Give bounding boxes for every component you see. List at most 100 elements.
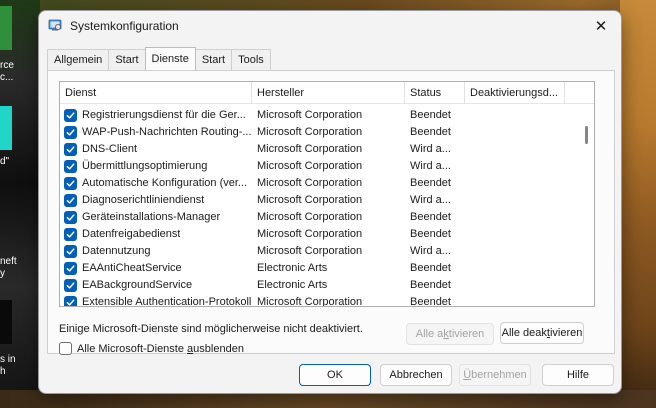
- button-label-accel: Ü: [463, 369, 472, 381]
- desktop-text: neft: [0, 256, 17, 267]
- service-vendor: Microsoft Corporation: [257, 177, 363, 189]
- service-status: Beendet: [410, 262, 451, 274]
- checkmark-icon: [66, 265, 75, 272]
- service-name-cell: Diagnoserichtliniendienst: [60, 192, 252, 209]
- button-label: ivieren: [549, 327, 583, 339]
- service-vendor: Microsoft Corporation: [257, 160, 363, 172]
- service-name-cell: EAAntiCheatService: [60, 260, 252, 277]
- service-status: Beendet: [410, 211, 451, 223]
- service-status: Beendet: [410, 296, 451, 307]
- checkmark-icon: [66, 197, 75, 204]
- service-name-cell: Datenfreigabedienst: [60, 226, 252, 243]
- desktop-icon-green[interactable]: [0, 6, 12, 50]
- service-name: Registrierungsdienst für die Ger...: [82, 109, 246, 121]
- checkmark-icon: [66, 112, 75, 119]
- table-row[interactable]: Registrierungsdienst für die Ger... Micro…: [60, 107, 594, 124]
- service-name-cell: Extensible Authentication-Protokoll: [60, 294, 252, 307]
- checkmark-icon: [66, 282, 75, 289]
- system-config-icon: [48, 18, 62, 32]
- service-name: EABackgroundService: [82, 279, 193, 291]
- tab-start[interactable]: Start: [108, 49, 146, 70]
- help-button[interactable]: Hilfe: [542, 364, 614, 386]
- service-status: Beendet: [410, 177, 451, 189]
- service-name: WAP-Push-Nachrichten Routing-...: [82, 126, 252, 138]
- service-status: Wird a...: [410, 143, 451, 155]
- vertical-scrollbar[interactable]: [580, 104, 594, 306]
- tab-dienste[interactable]: Dienste: [144, 47, 196, 70]
- table-row[interactable]: Diagnoserichtliniendienst Microsoft Corpo…: [60, 192, 594, 209]
- label-part: usblenden: [193, 342, 244, 355]
- service-checkbox[interactable]: [64, 279, 77, 292]
- scrollbar-thumb[interactable]: [585, 126, 588, 144]
- service-checkbox[interactable]: [64, 211, 77, 224]
- checkmark-icon: [66, 163, 75, 170]
- table-row[interactable]: Datenfreigabedienst Microsoft Corporation…: [60, 226, 594, 243]
- table-row[interactable]: EABackgroundService Electronic Arts Beende…: [60, 277, 594, 294]
- service-checkbox[interactable]: [64, 245, 77, 258]
- service-vendor: Microsoft Corporation: [257, 245, 363, 257]
- services-list[interactable]: Dienst Hersteller Status Deaktivierungsd…: [59, 81, 595, 307]
- service-checkbox[interactable]: [64, 126, 77, 139]
- tab-tools[interactable]: Tools: [231, 49, 271, 70]
- checkmark-icon: [66, 248, 75, 255]
- service-checkbox[interactable]: [64, 177, 77, 190]
- table-row[interactable]: Übermittlungsoptimierung Microsoft Corpor…: [60, 158, 594, 175]
- table-row[interactable]: Automatische Konfiguration (ver... Micros…: [60, 175, 594, 192]
- service-name-cell: WAP-Push-Nachrichten Routing-...: [60, 124, 252, 141]
- service-name: Extensible Authentication-Protokoll: [82, 296, 252, 307]
- service-vendor: Microsoft Corporation: [257, 194, 363, 206]
- apply-button[interactable]: Übernehmen: [459, 364, 531, 386]
- service-name: EAAntiCheatService: [82, 262, 182, 274]
- service-vendor: Electronic Arts: [257, 279, 328, 291]
- disable-all-button[interactable]: Alle deak t ivieren: [500, 322, 584, 344]
- tab-allgemein[interactable]: Allgemein: [47, 49, 110, 70]
- info-text: Einige Microsoft-Dienste sind möglicherw…: [59, 323, 363, 335]
- system-config-dialog: Systemkonfiguration ✕ Allgemein Start Di…: [38, 10, 622, 394]
- service-name: Geräteinstallations-Manager: [82, 211, 221, 223]
- close-icon[interactable]: ✕: [581, 11, 621, 41]
- tab-start-2[interactable]: Start: [194, 49, 233, 70]
- column-header-deaktivierungsdatum[interactable]: Deaktivierungsd...: [465, 82, 565, 104]
- service-status: Wird a...: [410, 245, 451, 257]
- checkmark-icon: [66, 180, 75, 187]
- service-checkbox[interactable]: [64, 143, 77, 156]
- service-checkbox[interactable]: [64, 160, 77, 173]
- enable-all-button[interactable]: Alle a k tivieren: [406, 323, 494, 345]
- column-header-hersteller[interactable]: Hersteller: [252, 82, 405, 104]
- desktop-text: c...: [0, 72, 14, 83]
- service-checkbox[interactable]: [64, 109, 77, 122]
- table-row[interactable]: Geräteinstallations-Manager Microsoft Cor…: [60, 209, 594, 226]
- title-bar[interactable]: Systemkonfiguration ✕: [39, 11, 621, 41]
- service-vendor: Microsoft Corporation: [257, 228, 363, 240]
- desktop-right-strip: [620, 0, 656, 408]
- cancel-button[interactable]: Abbrechen: [380, 364, 452, 386]
- service-name: Automatische Konfiguration (ver...: [82, 177, 248, 189]
- desktop-text: s in: [0, 354, 16, 365]
- ok-button[interactable]: OK: [299, 364, 371, 386]
- service-name-cell: Übermittlungsoptimierung: [60, 158, 252, 175]
- services-panel: Dienst Hersteller Status Deaktivierungsd…: [47, 70, 615, 355]
- table-row[interactable]: DNS-Client Microsoft Corporation Wird a...: [60, 141, 594, 158]
- desktop-icon-cyan[interactable]: [0, 106, 12, 150]
- table-row[interactable]: EAAntiCheatService Electronic Arts Beendet: [60, 260, 594, 277]
- service-name: Übermittlungsoptimierung: [82, 160, 208, 172]
- service-status: Beendet: [410, 126, 451, 138]
- table-row[interactable]: Extensible Authentication-Protokoll Micro…: [60, 294, 594, 307]
- checkbox-unchecked[interactable]: [59, 342, 72, 355]
- service-checkbox[interactable]: [64, 296, 77, 306]
- column-header-dienst[interactable]: Dienst: [60, 82, 252, 104]
- checkmark-icon: [66, 299, 75, 306]
- table-row[interactable]: WAP-Push-Nachrichten Routing-... Microsof…: [60, 124, 594, 141]
- tab-bar: Allgemein Start Dienste Start Tools: [47, 47, 271, 71]
- hide-ms-services-checkbox[interactable]: Alle Microsoft-Dienste ausblenden: [59, 342, 244, 355]
- service-name-cell: EABackgroundService: [60, 277, 252, 294]
- service-checkbox[interactable]: [64, 262, 77, 275]
- service-name: Diagnoserichtliniendienst: [82, 194, 205, 206]
- desktop-icon-dark[interactable]: [0, 300, 12, 344]
- service-checkbox[interactable]: [64, 228, 77, 241]
- column-header-status[interactable]: Status: [405, 82, 465, 104]
- checkmark-icon: [66, 214, 75, 221]
- service-checkbox[interactable]: [64, 194, 77, 207]
- service-vendor: Microsoft Corporation: [257, 211, 363, 223]
- table-row[interactable]: Datennutzung Microsoft Corporation Wird a.…: [60, 243, 594, 260]
